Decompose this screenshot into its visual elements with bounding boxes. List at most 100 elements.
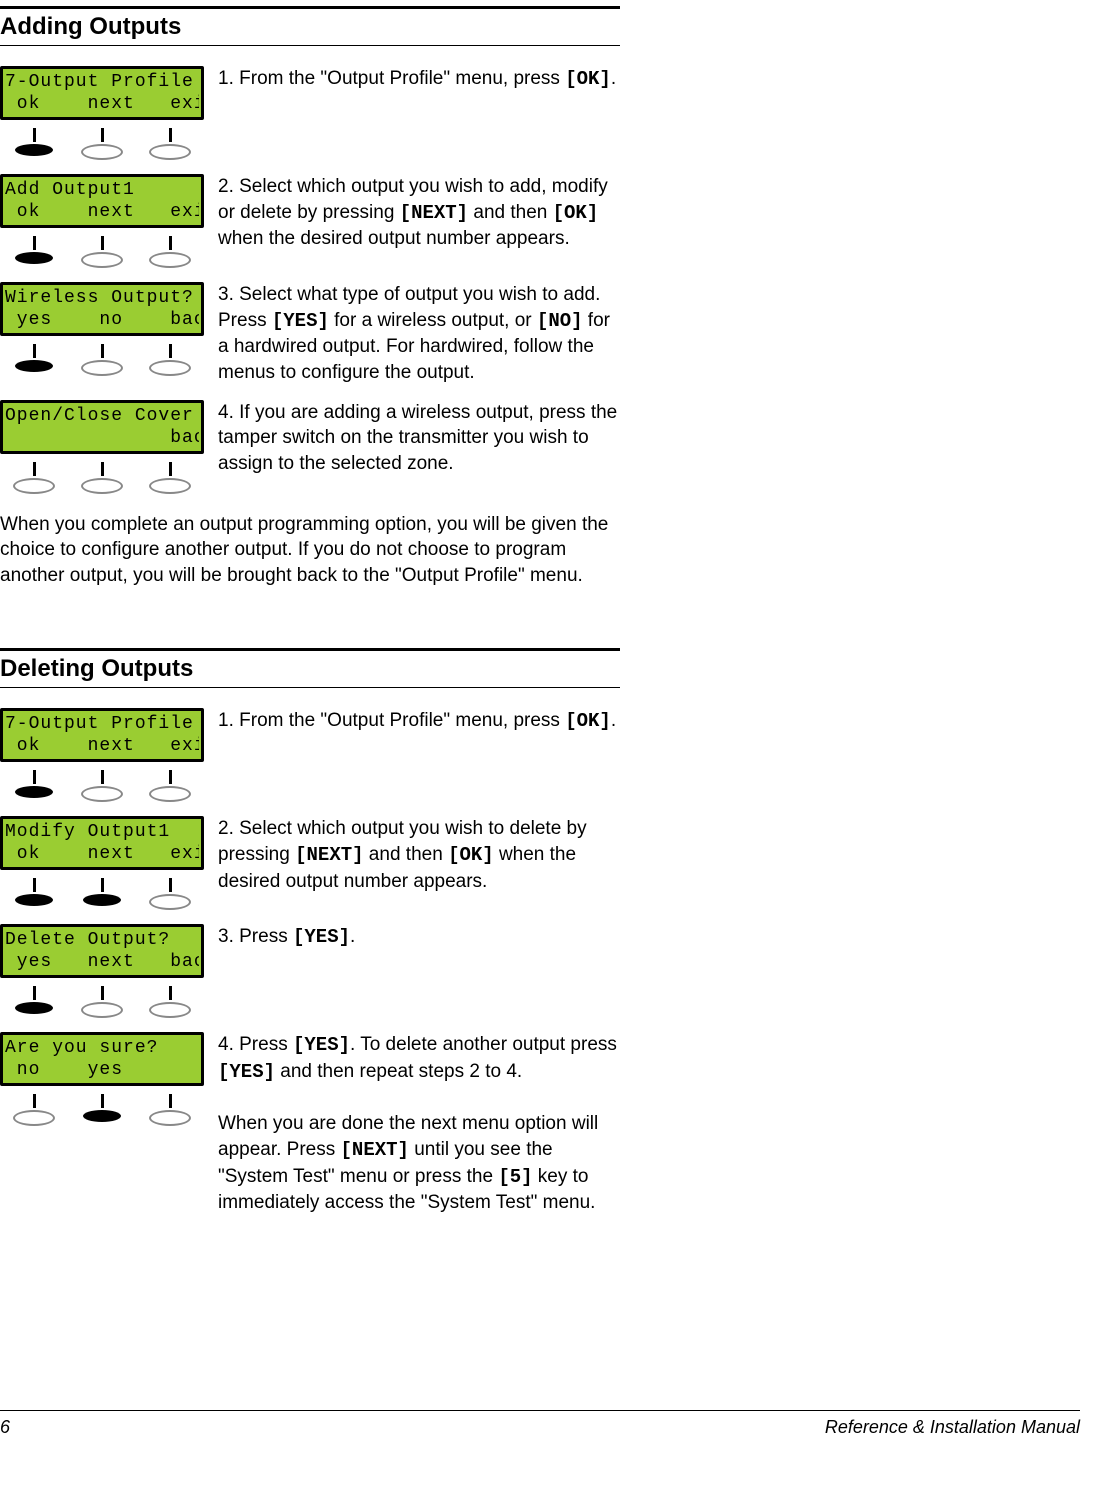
lcd-line-1: Open/Close Cover — [5, 405, 199, 427]
step-number: 2. — [218, 818, 234, 839]
step-number: 3. — [218, 284, 234, 305]
lcd-screen: Wireless Output? yes no back — [0, 282, 204, 336]
buttons-row — [0, 770, 204, 802]
lcd-line-1: 7-Output Profile — [5, 71, 199, 93]
lcd-screen: 7-Output Profile ok next exit — [0, 708, 204, 762]
lcd-block: Delete Output? yes next back — [0, 924, 204, 1018]
lcd-block: Add Output1 ok next exit — [0, 174, 204, 268]
step-text-part: From the "Output Profile" menu, press — [234, 710, 565, 731]
key-label: [OK] — [565, 68, 611, 90]
lcd-screen: Add Output1 ok next exit — [0, 174, 204, 228]
device-button — [11, 344, 57, 376]
device-button — [79, 878, 125, 910]
step-text: 2. Select which output you wish to add, … — [218, 174, 620, 252]
step-text-part: If you are adding a wireless output, pre… — [218, 402, 617, 474]
step-row: Modify Output1 ok next exit 2. Select wh… — [0, 816, 620, 910]
device-button — [147, 236, 193, 268]
step-number: 3. — [218, 926, 234, 947]
lcd-line-1: Modify Output1 — [5, 821, 199, 843]
device-button — [79, 236, 125, 268]
device-button — [79, 462, 125, 494]
device-button — [11, 236, 57, 268]
lcd-line-2: back — [5, 427, 199, 449]
lcd-block: 7-Output Profile ok next exit — [0, 708, 204, 802]
buttons-row — [0, 1094, 204, 1126]
lcd-line-2: yes no back — [5, 309, 199, 331]
step-number: 1. — [218, 68, 234, 89]
step-row: Delete Output? yes next back 3. Press [Y… — [0, 924, 620, 1018]
step-number: 4. — [218, 1034, 234, 1055]
device-button — [147, 128, 193, 160]
device-button — [79, 986, 125, 1018]
buttons-row — [0, 986, 204, 1018]
lcd-line-2: ok next exit — [5, 93, 199, 115]
deleting-steps: 7-Output Profile ok next exit 1. From th… — [0, 708, 620, 1215]
step-number: 1. — [218, 710, 234, 731]
step-text-part: and then repeat steps 2 to 4. — [275, 1061, 522, 1082]
device-button — [147, 344, 193, 376]
lcd-screen: Delete Output? yes next back — [0, 924, 204, 978]
lcd-line-1: Wireless Output? — [5, 287, 199, 309]
lcd-line-2: ok next exit — [5, 201, 199, 223]
key-label: [NEXT] — [341, 1139, 409, 1161]
lcd-line-2: no yes — [5, 1059, 199, 1081]
step-text-part: when the desired output number appears. — [218, 228, 570, 249]
lcd-line-2: ok next exit — [5, 735, 199, 757]
lcd-line-1: Are you sure? — [5, 1037, 199, 1059]
step-text-part: . — [611, 710, 616, 731]
device-button — [79, 770, 125, 802]
lcd-line-1: Add Output1 — [5, 179, 199, 201]
adding-steps: 7-Output Profile ok next exit 1. From th… — [0, 66, 620, 494]
lcd-screen: Open/Close Cover back — [0, 400, 204, 454]
step-text-part: and then — [364, 844, 449, 865]
device-button — [11, 770, 57, 802]
buttons-row — [0, 878, 204, 910]
device-button — [147, 986, 193, 1018]
key-label: [YES] — [218, 1061, 275, 1083]
step-text: 4. If you are adding a wireless output, … — [218, 400, 620, 477]
lcd-line-1: 7-Output Profile — [5, 713, 199, 735]
step-row: Open/Close Cover back 4. If you are addi… — [0, 400, 620, 494]
step-number: 4. — [218, 402, 234, 423]
lcd-block: 7-Output Profile ok next exit — [0, 66, 204, 160]
step-text: 1. From the "Output Profile" menu, press… — [218, 66, 620, 93]
key-label: [YES] — [293, 1034, 350, 1056]
buttons-row — [0, 236, 204, 268]
step-text-part: Press — [234, 1034, 293, 1055]
section-heading-adding: Adding Outputs — [0, 6, 620, 46]
step-text-part: for a wireless output, or — [329, 310, 537, 331]
step-text: 2. Select which output you wish to delet… — [218, 816, 620, 894]
lcd-screen: Are you sure? no yes — [0, 1032, 204, 1086]
step-row: Are you sure? no yes 4. Press [YES]. To … — [0, 1032, 620, 1215]
key-label: [OK] — [553, 202, 599, 224]
document-title: Reference & Installation Manual — [825, 1417, 1080, 1438]
key-label: [NEXT] — [400, 202, 468, 224]
step-row: Wireless Output? yes no back 3. Select w… — [0, 282, 620, 386]
key-label: [5] — [498, 1166, 532, 1188]
device-button — [147, 770, 193, 802]
lcd-line-2: yes next back — [5, 951, 199, 973]
device-button — [147, 878, 193, 910]
device-button — [11, 878, 57, 910]
step-text-part: . — [350, 926, 355, 947]
closing-paragraph: When you complete an output programming … — [0, 512, 620, 589]
key-label: [YES] — [293, 926, 350, 948]
step-row: 7-Output Profile ok next exit 1. From th… — [0, 708, 620, 802]
lcd-block: Modify Output1 ok next exit — [0, 816, 204, 910]
device-button — [79, 128, 125, 160]
step-text-part: From the "Output Profile" menu, press — [234, 68, 565, 89]
step-text-part: and then — [468, 202, 553, 223]
lcd-block: Are you sure? no yes — [0, 1032, 204, 1126]
step-text: 4. Press [YES]. To delete another output… — [218, 1032, 620, 1215]
key-label: [NO] — [537, 310, 583, 332]
page-number: 6 — [0, 1417, 10, 1438]
device-button — [79, 1094, 125, 1126]
step-text: 3. Select what type of output you wish t… — [218, 282, 620, 386]
key-label: [OK] — [448, 844, 494, 866]
device-button — [11, 986, 57, 1018]
device-button — [11, 128, 57, 160]
device-button — [147, 1094, 193, 1126]
lcd-block: Open/Close Cover back — [0, 400, 204, 494]
lcd-block: Wireless Output? yes no back — [0, 282, 204, 376]
step-text: 1. From the "Output Profile" menu, press… — [218, 708, 620, 735]
